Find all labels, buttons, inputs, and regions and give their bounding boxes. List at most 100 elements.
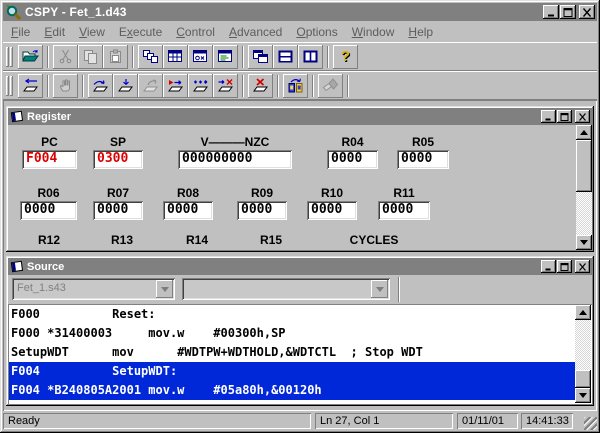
stop-hand-icon[interactable] — [53, 74, 78, 98]
maximize-icon[interactable] — [557, 260, 572, 273]
menu-view[interactable]: View — [72, 23, 112, 41]
toolbar-separator — [132, 46, 134, 68]
register-label-pc: PC — [22, 136, 77, 149]
code-line[interactable]: SetupWDT mov #WDTPW+WDTHOLD,&WDTCTL ; St… — [9, 343, 575, 362]
scroll-down-icon[interactable] — [575, 388, 591, 403]
register-titlebar[interactable]: Register — [8, 108, 592, 125]
register-window-title: Register — [27, 111, 541, 123]
open-file-icon[interactable] — [18, 45, 43, 69]
scroll-down-icon[interactable] — [576, 235, 592, 250]
toolbar-separator — [327, 46, 329, 68]
window-title: CSPY - Fet_1.d43 — [25, 5, 543, 19]
step-out-icon[interactable] — [138, 74, 163, 98]
minimize-icon[interactable] — [541, 110, 556, 123]
source-window-icon[interactable] — [213, 45, 238, 69]
register-value-r04[interactable]: 0000 — [327, 150, 378, 169]
tile-horizontal-icon[interactable] — [273, 45, 298, 69]
swap-register-banks-icon[interactable] — [283, 74, 308, 98]
autostep-icon[interactable] — [188, 74, 213, 98]
register-label-r09: R09 — [237, 187, 287, 200]
source-scrollbar[interactable] — [575, 305, 591, 403]
register-label-r04: R04 — [327, 136, 378, 149]
scroll-up-icon[interactable] — [575, 305, 591, 320]
status-time: 14:41:33 — [521, 413, 573, 429]
code-line-current[interactable]: F004 *B240805A2001 mov.w #05a80h,&00120h — [9, 381, 575, 400]
register-window-icon[interactable] — [163, 45, 188, 69]
register-value-r10[interactable]: 0000 — [307, 201, 357, 220]
reset-icon[interactable] — [18, 74, 43, 98]
menu-edit[interactable]: Edit — [37, 23, 72, 41]
go-to-exit-icon[interactable] — [213, 74, 238, 98]
source-window-title: Source — [27, 261, 541, 273]
register-value-r05[interactable]: 0000 — [397, 150, 449, 169]
status-message: Ready — [3, 413, 311, 429]
close-icon[interactable] — [575, 260, 590, 273]
register-value-r08[interactable]: 0000 — [163, 201, 213, 220]
source-window-icon — [10, 260, 24, 273]
toolbar-separator — [47, 75, 49, 97]
code-line[interactable]: F000 *31400003 mov.w #00300h,SP — [9, 324, 575, 343]
minimize-button[interactable] — [543, 5, 559, 19]
scrollbar-thumb[interactable] — [576, 140, 592, 192]
context-selector[interactable] — [182, 278, 390, 300]
menu-help[interactable]: Help — [401, 23, 440, 41]
mdi-area: Register PC SP V———NZC R04 R05 F004 — [3, 100, 597, 411]
search-light-icon[interactable] — [318, 74, 343, 98]
register-label-r06: R06 — [20, 187, 77, 200]
scrollbar-thumb[interactable] — [575, 370, 591, 388]
source-titlebar[interactable]: Source — [8, 258, 592, 275]
toolbar-separator — [277, 75, 279, 97]
toolbar-separator — [347, 75, 349, 97]
register-label-cycles: CYCLES — [334, 234, 414, 247]
stop-debugging-icon[interactable] — [248, 74, 273, 98]
copy-icon[interactable] — [78, 45, 103, 69]
register-value-r11[interactable]: 0000 — [378, 201, 430, 220]
register-value-r09[interactable]: 0000 — [237, 201, 287, 220]
menu-file[interactable]: File — [4, 23, 37, 41]
register-value-pc[interactable]: F004 — [22, 150, 77, 169]
paste-icon[interactable] — [103, 45, 128, 69]
register-value-r07[interactable]: 0000 — [93, 201, 143, 220]
scroll-up-icon[interactable] — [576, 125, 592, 140]
toolbar-separator — [82, 75, 84, 97]
watch-window-icon[interactable] — [188, 45, 213, 69]
chevron-down-icon[interactable] — [156, 280, 173, 298]
file-selector[interactable]: Fet_1.s43 — [12, 278, 175, 300]
step-over-icon[interactable] — [88, 74, 113, 98]
close-icon[interactable] — [579, 5, 595, 19]
register-value-r06[interactable]: 0000 — [20, 201, 77, 220]
help-icon[interactable]: ? — [333, 45, 358, 69]
resize-grip[interactable] — [584, 417, 597, 430]
tile-vertical-icon[interactable] — [298, 45, 323, 69]
minimize-icon[interactable] — [541, 260, 556, 273]
toggle-windows-icon[interactable] — [138, 45, 163, 69]
toolbar-drag-handle[interactable] — [6, 47, 14, 67]
cspy-main-window: CSPY - Fet_1.d43 File Edit View Execute … — [0, 0, 600, 433]
maximize-button[interactable] — [560, 5, 576, 19]
maximize-icon[interactable] — [557, 110, 572, 123]
step-into-icon[interactable] — [113, 74, 138, 98]
code-line[interactable]: F000 Reset: — [9, 305, 575, 324]
menu-execute[interactable]: Execute — [112, 23, 169, 41]
menu-advanced[interactable]: Advanced — [222, 23, 289, 41]
menu-window[interactable]: Window — [345, 23, 402, 41]
chevron-down-icon[interactable] — [371, 280, 388, 298]
selector-bar-divider — [398, 277, 400, 302]
source-code-area: F000 Reset: F000 *31400003 mov.w #00300h… — [8, 304, 592, 404]
code-line-current[interactable]: F004 SetupWDT: — [9, 362, 575, 381]
register-value-sp[interactable]: 0300 — [93, 150, 143, 169]
go-icon[interactable] — [163, 74, 188, 98]
source-code-lines: F000 Reset: F000 *31400003 mov.w #00300h… — [9, 305, 575, 403]
menu-options[interactable]: Options — [289, 23, 344, 41]
register-label-r10: R10 — [307, 187, 357, 200]
toolbar-separator — [242, 46, 244, 68]
cascade-windows-icon[interactable] — [248, 45, 273, 69]
register-label-r13: R13 — [92, 234, 152, 247]
register-label-sp: SP — [93, 136, 143, 149]
close-icon[interactable] — [575, 110, 590, 123]
menu-control[interactable]: Control — [169, 23, 222, 41]
register-scrollbar[interactable] — [576, 125, 592, 250]
cut-icon[interactable] — [53, 45, 78, 69]
register-value-sr[interactable]: 000000000 — [178, 150, 292, 169]
toolbar-drag-handle[interactable] — [6, 76, 14, 96]
